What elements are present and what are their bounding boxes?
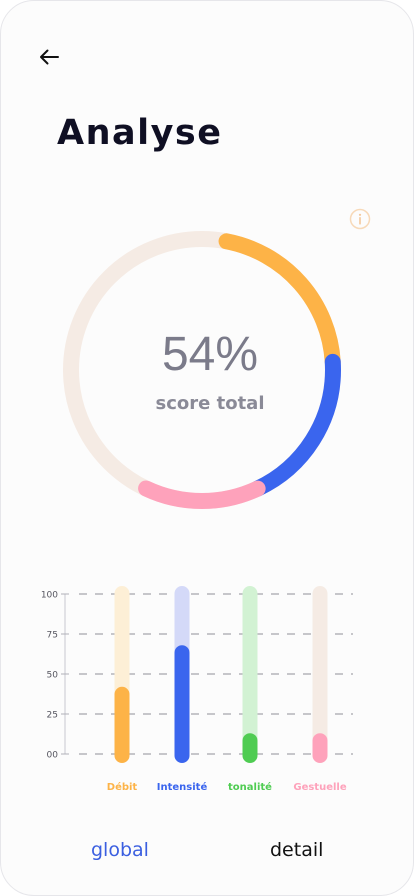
- tab-detail[interactable]: detail: [270, 839, 323, 861]
- app-frame: Analyse 54% score total 00 25 50 75 100 Débit…: [0, 0, 414, 896]
- y-tick-label: 100: [41, 591, 58, 601]
- page-title: Analyse: [57, 113, 223, 153]
- bar-track-1: [114, 586, 130, 763]
- bar-track-4: [312, 586, 328, 763]
- bar-label-3: tonalité: [228, 781, 272, 793]
- score-donut: [63, 231, 341, 509]
- back-button[interactable]: [35, 43, 63, 71]
- bar-label-2: Intensité: [157, 781, 208, 793]
- info-button[interactable]: [349, 208, 371, 230]
- bar-4: [312, 733, 328, 763]
- y-tick-label: 50: [47, 671, 59, 681]
- bar-label-4: Gestuelle: [293, 782, 346, 793]
- bar-3: [242, 733, 258, 763]
- y-tick-label: 00: [47, 751, 59, 761]
- tab-global[interactable]: global: [91, 839, 149, 861]
- bar-1: [114, 686, 130, 763]
- bar-track-3: [242, 586, 258, 763]
- bar-label-1: Débit: [107, 781, 138, 793]
- bar-track-2: [174, 586, 190, 763]
- y-tick-label: 25: [47, 711, 58, 721]
- score-label: score total: [155, 393, 265, 414]
- bar-2: [174, 645, 190, 763]
- score-value: 54%: [161, 328, 259, 381]
- y-tick-label: 75: [47, 631, 58, 641]
- info-icon: [349, 208, 371, 230]
- arrow-left-icon: [40, 49, 59, 65]
